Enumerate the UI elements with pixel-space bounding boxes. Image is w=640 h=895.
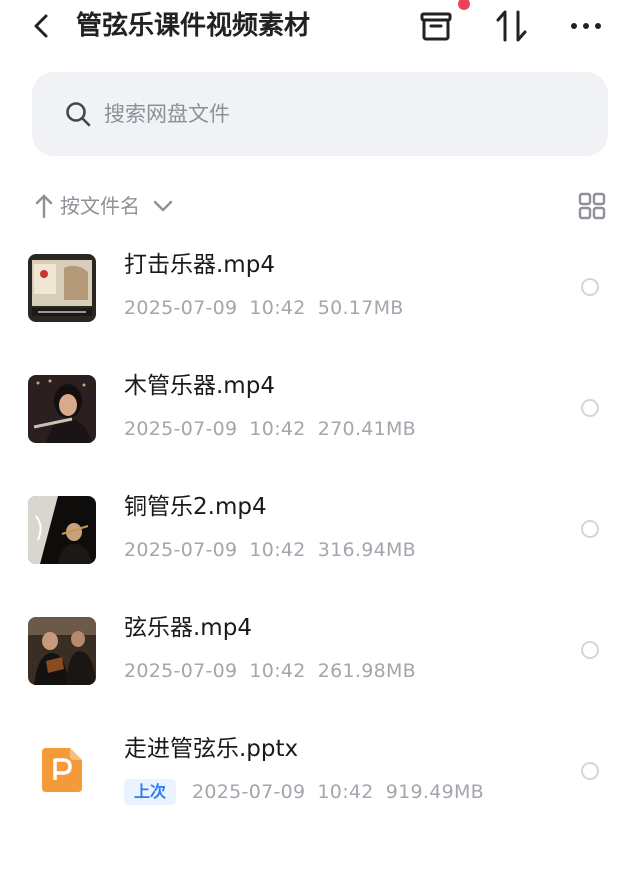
file-meta: 2025-07-09 10:42 270.41MB — [124, 415, 428, 443]
search-input[interactable]: 搜索网盘文件 — [32, 72, 608, 156]
search-icon — [64, 100, 92, 128]
file-size: 261.98MB — [317, 660, 416, 682]
file-name: 走进管弦乐.pptx — [124, 736, 299, 762]
archive-icon[interactable] — [418, 0, 470, 44]
grid-view-icon[interactable] — [578, 192, 606, 220]
chevron-down-icon — [152, 196, 174, 216]
file-row[interactable]: 木管乐器.mp4 2025-07-09 10:42 270.41MB — [0, 373, 640, 495]
file-meta: 2025-07-09 10:42 50.17MB — [124, 294, 416, 322]
video-thumbnail — [28, 496, 96, 564]
file-name: 打击乐器.mp4 — [124, 252, 275, 278]
ppt-file-icon — [42, 748, 82, 792]
more-icon[interactable] — [568, 8, 604, 44]
file-row[interactable]: 弦乐器.mp4 2025-07-09 10:42 261.98MB — [0, 615, 640, 737]
file-name: 木管乐器.mp4 — [124, 373, 275, 399]
top-bar: 管弦乐课件视频素材 — [0, 0, 640, 56]
file-size: 270.41MB — [317, 418, 416, 440]
file-meta: 2025-07-09 10:42 919.49MB — [192, 778, 496, 806]
sort-label: 按文件名 — [60, 194, 140, 218]
file-time: 10:42 — [249, 660, 306, 682]
notification-dot — [458, 0, 470, 10]
file-row[interactable]: 走进管弦乐.pptx 上次 2025-07-09 10:42 919.49MB — [0, 736, 640, 858]
file-meta: 2025-07-09 10:42 316.94MB — [124, 536, 428, 564]
video-thumbnail — [28, 375, 96, 443]
file-date: 2025-07-09 — [124, 539, 238, 561]
sort-up-arrow-icon — [34, 192, 54, 220]
file-date: 2025-07-09 — [124, 418, 238, 440]
select-radio[interactable] — [581, 762, 599, 780]
file-time: 10:42 — [317, 781, 374, 803]
page-title: 管弦乐课件视频素材 — [76, 11, 311, 41]
file-row[interactable]: 铜管乐2.mp4 2025-07-09 10:42 316.94MB — [0, 494, 640, 616]
file-date: 2025-07-09 — [192, 781, 306, 803]
recent-badge: 上次 — [124, 779, 177, 805]
video-thumbnail — [28, 617, 96, 685]
file-time: 10:42 — [249, 418, 306, 440]
select-radio[interactable] — [581, 641, 599, 659]
video-thumbnail — [28, 254, 96, 322]
back-icon[interactable] — [26, 10, 58, 42]
select-radio[interactable] — [581, 278, 599, 296]
file-name: 铜管乐2.mp4 — [124, 494, 267, 520]
file-date: 2025-07-09 — [124, 660, 238, 682]
search-placeholder: 搜索网盘文件 — [104, 102, 230, 126]
select-radio[interactable] — [581, 520, 599, 538]
sort-transfer-icon[interactable] — [494, 8, 530, 44]
file-name: 弦乐器.mp4 — [124, 615, 252, 641]
file-size: 316.94MB — [317, 539, 416, 561]
file-meta: 2025-07-09 10:42 261.98MB — [124, 657, 428, 685]
file-size: 50.17MB — [317, 297, 404, 319]
select-radio[interactable] — [581, 399, 599, 417]
file-row[interactable]: 打击乐器.mp4 2025-07-09 10:42 50.17MB — [0, 252, 640, 374]
file-time: 10:42 — [249, 539, 306, 561]
file-date: 2025-07-09 — [124, 297, 238, 319]
file-time: 10:42 — [249, 297, 306, 319]
file-size: 919.49MB — [385, 781, 484, 803]
